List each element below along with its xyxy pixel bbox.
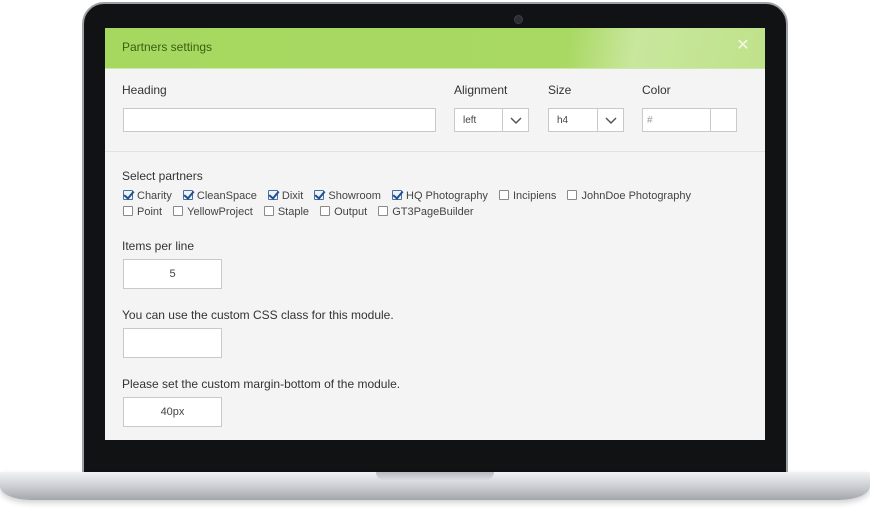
checkbox[interactable] xyxy=(392,190,402,200)
checkbox[interactable] xyxy=(263,206,274,216)
color-swatch[interactable] xyxy=(710,109,736,131)
items-per-line-label: Items per line xyxy=(122,239,195,253)
partner-label: Charity xyxy=(137,190,172,202)
select-partners-label: Select partners xyxy=(122,169,203,183)
partner-point[interactable]: Point xyxy=(123,204,162,220)
checkbox[interactable] xyxy=(182,190,193,200)
color-label: Color xyxy=(642,83,671,97)
alignment-select[interactable]: left xyxy=(454,108,529,132)
partner-showroom[interactable]: Showroom xyxy=(314,188,381,204)
partner-johndoe-photography[interactable]: JohnDoe Photography xyxy=(567,188,691,204)
partner-label: JohnDoe Photography xyxy=(581,190,691,202)
partner-hq-photography[interactable]: HQ Photography xyxy=(392,188,488,204)
modal-window: Partners settings ✕ Heading Alignment le… xyxy=(105,28,765,440)
checkbox[interactable] xyxy=(314,190,325,200)
size-select[interactable]: h4 xyxy=(548,108,624,132)
css-class-input[interactable] xyxy=(123,328,222,358)
partner-label: Output xyxy=(334,206,368,218)
partner-charity[interactable]: Charity xyxy=(123,188,172,204)
partner-label: Point xyxy=(137,206,163,218)
css-class-label: You can use the custom CSS class for thi… xyxy=(122,308,394,322)
heading-label: Heading xyxy=(122,83,167,97)
partner-label: YellowProject xyxy=(187,206,253,218)
chevron-down-icon[interactable] xyxy=(597,109,623,131)
checkbox[interactable] xyxy=(173,206,184,216)
partner-incipiens[interactable]: Incipiens xyxy=(499,188,556,204)
checkbox[interactable] xyxy=(123,190,133,200)
items-per-line-input[interactable]: 5 xyxy=(123,259,222,289)
checkbox[interactable] xyxy=(320,206,331,216)
chevron-down-icon[interactable] xyxy=(502,109,528,131)
partner-gt3pagebuilder[interactable]: GT3PageBuilder xyxy=(378,204,474,220)
color-hash: # xyxy=(647,115,653,126)
size-select-value: h4 xyxy=(557,115,569,126)
laptop-notch xyxy=(376,472,494,480)
checkbox[interactable] xyxy=(267,190,278,200)
partner-output[interactable]: Output xyxy=(320,204,367,220)
close-icon[interactable]: ✕ xyxy=(735,38,751,54)
size-label: Size xyxy=(548,83,572,97)
checkbox[interactable] xyxy=(378,206,389,216)
partner-dixit[interactable]: Dixit xyxy=(267,188,304,204)
alignment-select-value: left xyxy=(463,115,477,126)
heading-input[interactable] xyxy=(123,108,436,132)
camera-icon xyxy=(514,15,523,24)
alignment-label: Alignment xyxy=(454,83,508,97)
partner-label: HQ Photography xyxy=(406,190,488,202)
partner-cleanspace[interactable]: CleanSpace xyxy=(182,188,257,204)
modal-title: Partners settings xyxy=(122,40,213,54)
partner-label: Staple xyxy=(277,206,310,218)
laptop-base xyxy=(0,472,870,500)
section-divider xyxy=(105,151,765,152)
partner-label: Dixit xyxy=(281,190,304,202)
margin-bottom-label: Please set the custom margin-bottom of t… xyxy=(122,377,401,391)
partner-label: GT3PageBuilder xyxy=(392,206,474,218)
color-input[interactable]: # xyxy=(642,108,737,132)
partner-label: Incipiens xyxy=(513,190,557,202)
partner-staple[interactable]: Staple xyxy=(263,204,310,220)
checkbox[interactable] xyxy=(499,190,509,200)
partner-yellowproject[interactable]: YellowProject xyxy=(173,204,253,220)
modal-header: Partners settings ✕ xyxy=(105,28,765,69)
partner-label: CleanSpace xyxy=(196,190,257,202)
partner-label: Showroom xyxy=(328,190,381,202)
margin-bottom-input[interactable]: 40px xyxy=(123,397,222,427)
partners-checkbox-list: Charity CleanSpace Dixit Showroom HQ Pho… xyxy=(123,188,733,220)
checkbox[interactable] xyxy=(123,206,133,216)
checkbox[interactable] xyxy=(567,190,578,200)
